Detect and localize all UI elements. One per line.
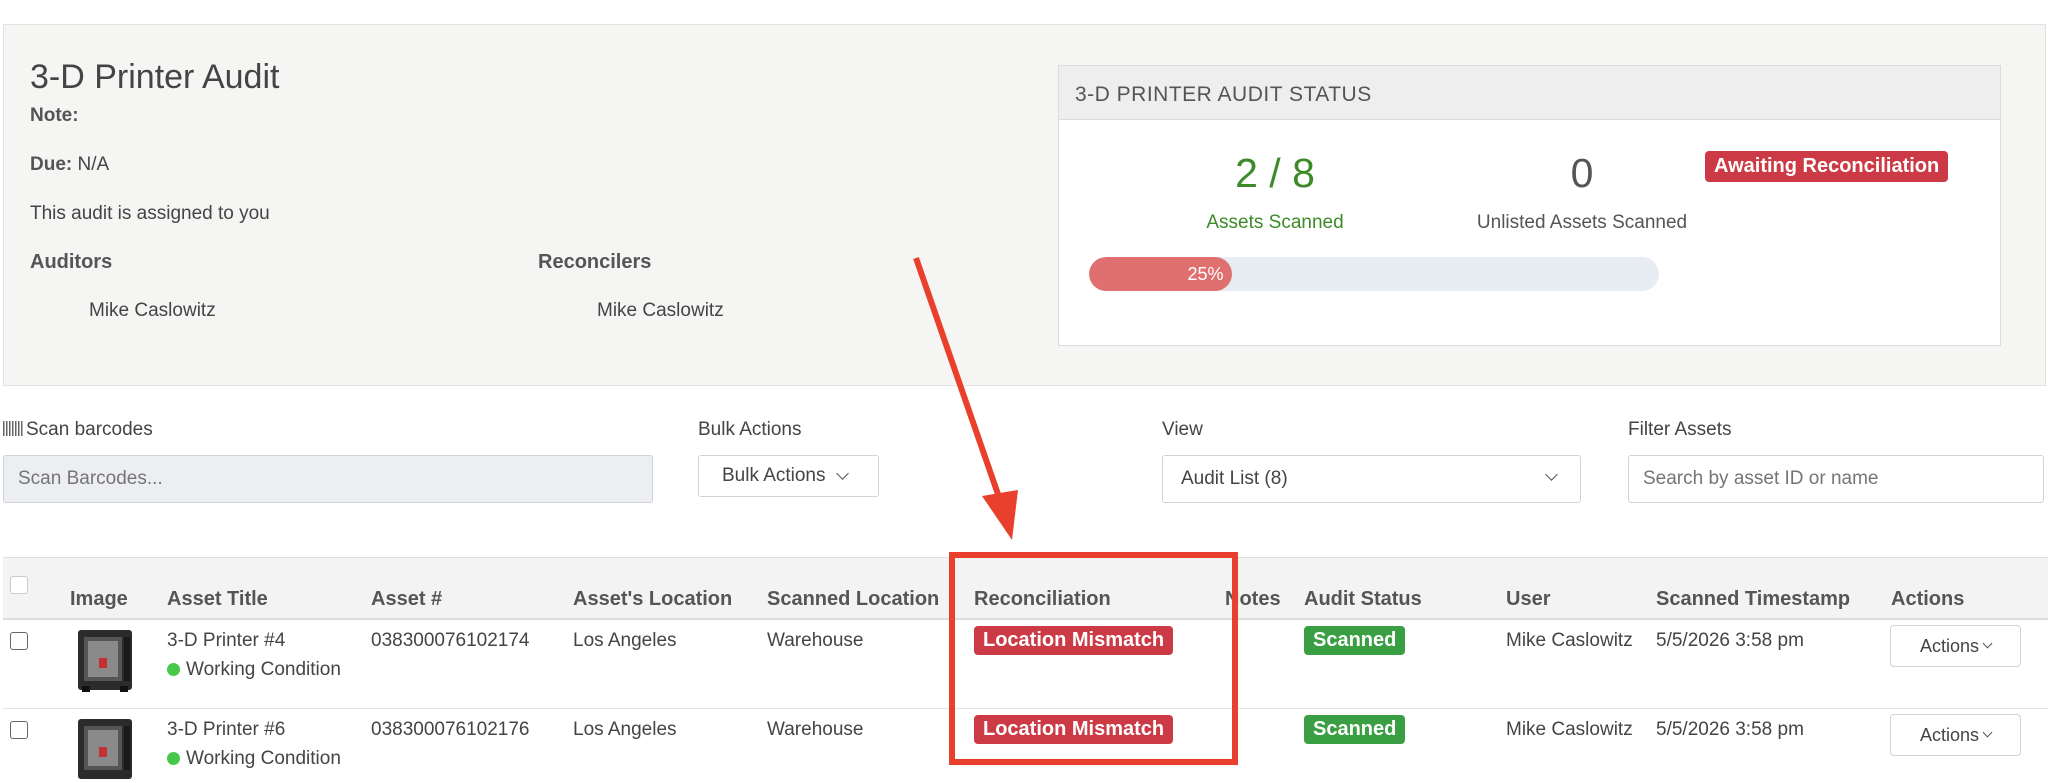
asset-number: 038300076102174 [371, 630, 530, 651]
column-header-scanned-timestamp[interactable]: Scanned Timestamp [1656, 588, 1850, 611]
audit-summary-panel: 3-D Printer Audit Note: Due: N/A This au… [3, 24, 2046, 386]
timestamp-cell: 5/5/2026 3:58 pm [1656, 630, 1804, 651]
reconciler-name: Mike Caslowitz [597, 300, 724, 321]
scan-progress-fill: 25% [1089, 257, 1232, 291]
column-header-asset-number[interactable]: Asset # [371, 588, 442, 611]
unlisted-assets-label: Unlisted Assets Scanned [1476, 212, 1688, 233]
scan-barcodes-input[interactable] [3, 455, 653, 503]
status-dot-icon [167, 752, 180, 765]
filter-assets-input[interactable] [1628, 455, 2044, 503]
due-line: Due: N/A [30, 154, 109, 176]
column-header-reconciliation[interactable]: Reconciliation [974, 588, 1111, 611]
asset-condition-text: Working Condition [186, 659, 341, 680]
row-divider [3, 708, 2048, 709]
bulk-actions-button-label: Bulk Actions [722, 465, 826, 486]
note-line: Note: [30, 105, 79, 127]
chevron-down-icon [1982, 727, 1993, 738]
user-cell: Mike Caslowitz [1506, 630, 1633, 651]
reconcilers-heading: Reconcilers [538, 251, 652, 273]
select-all-checkbox[interactable] [10, 576, 28, 594]
assets-scanned-count: 2 / 8 [1235, 150, 1315, 196]
page-title: 3-D Printer Audit [30, 58, 280, 96]
audit-status-card: 3-D PRINTER AUDIT STATUS 2 / 8 Assets Sc… [1058, 65, 2001, 346]
row-actions-button[interactable]: Actions [1890, 714, 2021, 756]
asset-location: Los Angeles [573, 719, 677, 740]
due-value: N/A [77, 154, 110, 175]
audit-status-badge: Scanned [1304, 715, 1406, 744]
printer-thumbnail[interactable] [74, 628, 138, 694]
scan-barcodes-label-text: Scan barcodes [26, 419, 153, 440]
auditor-name: Mike Caslowitz [89, 300, 216, 321]
bulk-actions-label: Bulk Actions [698, 419, 802, 440]
assigned-text: This audit is assigned to you [30, 203, 270, 224]
row-checkbox[interactable] [10, 721, 28, 739]
scanned-location: Warehouse [767, 719, 864, 740]
row-actions-button[interactable]: Actions [1890, 625, 2021, 667]
printer-thumbnail[interactable] [74, 717, 138, 783]
column-header-image[interactable]: Image [70, 588, 128, 611]
audit-state-badge: Awaiting Reconciliation [1705, 151, 1949, 182]
scan-progress-text: 25% [1187, 264, 1224, 284]
scan-barcodes-label: Scan barcodes [3, 419, 153, 441]
asset-condition: Working Condition [167, 659, 341, 681]
view-select-value: Audit List (8) [1181, 468, 1288, 489]
asset-title[interactable]: 3-D Printer #4 [167, 630, 285, 652]
column-header-asset-location[interactable]: Asset's Location [573, 588, 732, 611]
user-cell: Mike Caslowitz [1506, 719, 1633, 740]
view-label: View [1162, 419, 1203, 440]
column-header-user[interactable]: User [1506, 588, 1550, 611]
asset-title[interactable]: 3-D Printer #6 [167, 719, 285, 741]
column-header-notes[interactable]: Notes [1225, 588, 1281, 611]
status-dot-icon [167, 663, 180, 676]
assets-scanned-label: Assets Scanned [1206, 212, 1344, 233]
annotation-arrow-head [982, 490, 1018, 540]
bulk-actions-button[interactable]: Bulk Actions [698, 455, 879, 497]
row-actions-label: Actions [1919, 724, 1980, 745]
column-header-asset-title[interactable]: Asset Title [167, 588, 268, 611]
chevron-down-icon [835, 467, 849, 480]
row-checkbox[interactable] [10, 632, 28, 650]
column-header-scanned-location[interactable]: Scanned Location [767, 588, 939, 611]
barcode-icon [3, 421, 23, 436]
asset-location: Los Angeles [573, 630, 677, 651]
note-label: Note: [30, 105, 79, 126]
row-actions-label: Actions [1919, 635, 1980, 656]
reconciliation-badge: Location Mismatch [974, 715, 1174, 744]
filter-assets-label: Filter Assets [1628, 419, 1732, 440]
asset-condition-text: Working Condition [186, 748, 341, 769]
status-card-header: 3-D PRINTER AUDIT STATUS [1059, 66, 2000, 120]
column-header-audit-status[interactable]: Audit Status [1304, 588, 1422, 611]
unlisted-assets-count: 0 [1570, 150, 1594, 196]
chevron-down-icon [1982, 638, 1993, 649]
column-header-actions: Actions [1891, 588, 1965, 610]
asset-number: 038300076102176 [371, 719, 530, 740]
view-select[interactable]: Audit List (8) [1162, 455, 1581, 503]
reconciliation-badge: Location Mismatch [974, 626, 1174, 655]
auditors-heading: Auditors [30, 251, 113, 273]
chevron-down-icon [1545, 468, 1558, 481]
scanned-location: Warehouse [767, 630, 864, 651]
scan-progress-bar: 25% [1089, 257, 1659, 291]
audit-status-badge: Scanned [1304, 626, 1406, 655]
due-label: Due: [30, 154, 73, 175]
timestamp-cell: 5/5/2026 3:58 pm [1656, 719, 1804, 740]
